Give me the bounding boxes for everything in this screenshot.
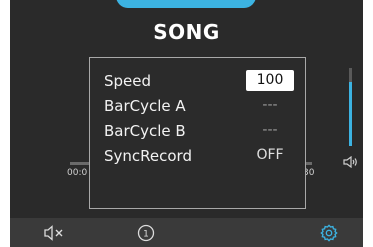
settings-dialog: Speed 100 BarCycle A --- BarCycle B --- … [89, 57, 306, 209]
setting-row-barcycle-b[interactable]: BarCycle B --- [104, 120, 294, 144]
setting-row-syncrecord[interactable]: SyncRecord OFF [104, 145, 294, 169]
setting-label: BarCycle A [104, 97, 186, 115]
volume-slider-fill [349, 82, 352, 146]
circled-one-icon[interactable]: 1 [137, 224, 155, 242]
setting-value: --- [262, 97, 278, 113]
title-tab-accent [116, 0, 256, 8]
bottom-toolbar: 1 [10, 218, 363, 247]
speaker-volume-icon[interactable] [343, 156, 359, 168]
gear-icon[interactable] [319, 224, 339, 242]
setting-row-speed[interactable]: Speed 100 [104, 70, 294, 94]
setting-value: --- [262, 122, 278, 138]
time-start-label: 00:0 [67, 168, 88, 178]
page-title: SONG [153, 20, 220, 44]
volume-slider[interactable] [349, 68, 352, 146]
speaker-muted-icon[interactable] [43, 224, 65, 242]
device-panel: SONG 00:0 30 Speed 100 BarCycle A --- Ba… [10, 0, 363, 247]
setting-label: BarCycle B [104, 122, 186, 140]
screen: SONG 00:0 30 Speed 100 BarCycle A --- Ba… [0, 0, 373, 247]
setting-value: OFF [256, 147, 284, 163]
speed-value-field[interactable]: 100 [246, 70, 294, 91]
circled-number-label: 1 [143, 230, 149, 240]
setting-row-barcycle-a[interactable]: BarCycle A --- [104, 95, 294, 119]
setting-label: Speed [104, 72, 152, 90]
setting-label: SyncRecord [104, 147, 192, 165]
